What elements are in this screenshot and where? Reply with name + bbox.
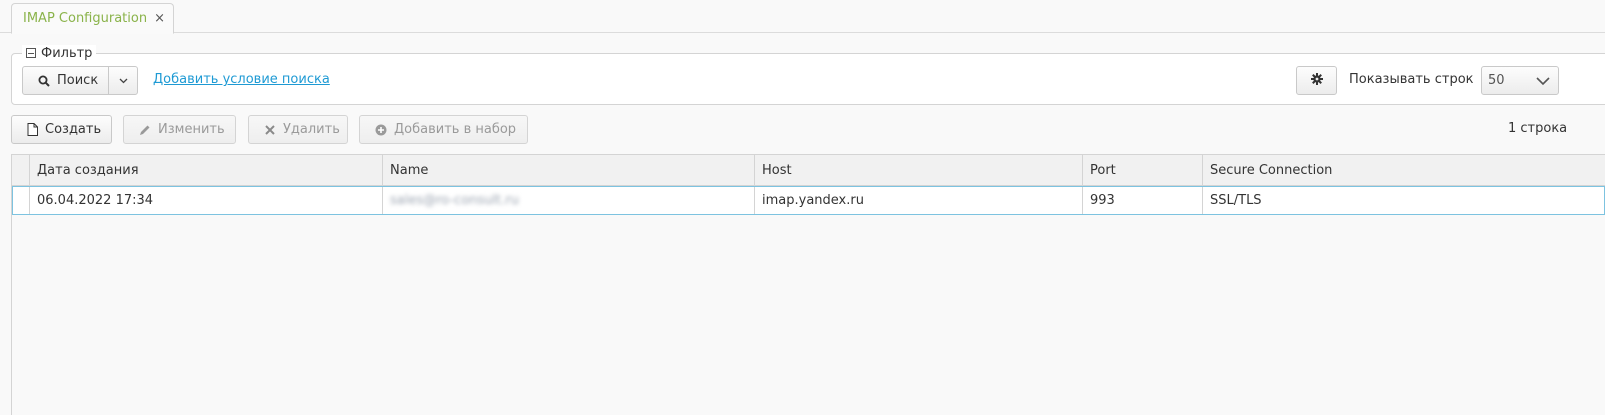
rows-per-page-value: 50: [1488, 73, 1505, 88]
cell-created: 06.04.2022 17:34: [30, 187, 383, 214]
rows-per-page-select[interactable]: 50: [1481, 66, 1559, 95]
cell-secure-connection: SSL/TLS: [1210, 193, 1262, 208]
minus-square-icon[interactable]: [26, 48, 36, 58]
chevron-down-icon: [1536, 75, 1550, 90]
cell-host: imap.yandex.ru: [755, 187, 1083, 214]
row-selector-header[interactable]: [12, 155, 30, 185]
filter-legend-label: Фильтр: [41, 45, 93, 61]
add-to-set-label: Добавить в набор: [394, 122, 517, 137]
create-label: Создать: [45, 122, 102, 137]
search-label: Поиск: [57, 73, 99, 88]
column-header-name[interactable]: Name: [383, 155, 755, 185]
settings-button[interactable]: [1296, 66, 1337, 95]
delete-button[interactable]: Удалить: [248, 115, 348, 144]
filter-panel: Фильтр Поиск Добавить условие поиска Пок…: [11, 45, 1605, 105]
table-row[interactable]: 06.04.2022 17:34 sales@ro-consult.ru ima…: [12, 186, 1605, 215]
cell-name-text: sales@ro-consult.ru: [390, 193, 519, 208]
column-header-secure-connection[interactable]: Secure Connection: [1203, 155, 1605, 185]
column-header-host[interactable]: Host: [755, 155, 1083, 185]
rows-per-page-label: Показывать строк: [1349, 72, 1474, 87]
close-icon[interactable]: ×: [154, 11, 165, 26]
edit-button[interactable]: Изменить: [123, 115, 236, 144]
chevron-down-icon: [119, 73, 128, 88]
delete-label: Удалить: [283, 122, 340, 137]
tab-bar: IMAP Configuration ×: [0, 0, 1605, 34]
table-header: Дата создания Name Host Port Secure Conn…: [12, 155, 1605, 186]
data-table: Дата создания Name Host Port Secure Conn…: [11, 154, 1605, 415]
row-selector[interactable]: [13, 187, 30, 214]
search-options-dropdown[interactable]: [108, 66, 138, 95]
tab-imap-configuration[interactable]: IMAP Configuration ×: [11, 3, 174, 34]
add-search-condition-link[interactable]: Добавить условие поиска: [153, 72, 330, 87]
edit-label: Изменить: [158, 122, 225, 137]
cell-name: sales@ro-consult.ru: [383, 187, 755, 214]
row-count: 1 строка: [1508, 121, 1568, 136]
close-icon: [263, 124, 277, 135]
plus-circle-icon: [374, 124, 388, 136]
column-header-port[interactable]: Port: [1083, 155, 1203, 185]
gear-icon: [1310, 72, 1323, 89]
tab-label: IMAP Configuration: [23, 11, 148, 26]
column-header-created[interactable]: Дата создания: [30, 155, 383, 185]
add-to-set-button[interactable]: Добавить в набор: [359, 115, 528, 144]
filter-legend[interactable]: Фильтр: [22, 45, 97, 61]
search-button[interactable]: Поиск: [22, 66, 109, 95]
pencil-icon: [138, 124, 152, 136]
file-icon: [25, 123, 39, 136]
search-icon: [37, 75, 51, 87]
create-button[interactable]: Создать: [11, 115, 112, 144]
cell-port: 993: [1083, 187, 1203, 214]
